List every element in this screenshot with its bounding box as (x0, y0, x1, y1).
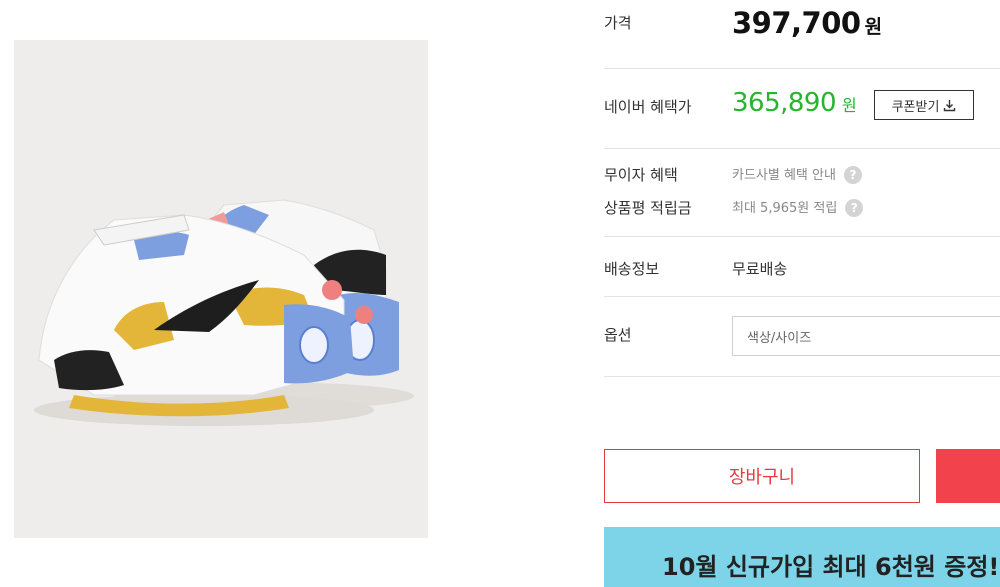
coupon-download-button[interactable]: 쿠폰받기 (874, 90, 974, 120)
promo-banner-text: 10월 신규가입 최대 6천원 증정! (662, 553, 1000, 581)
option-select[interactable]: 색상/사이즈 (732, 316, 1000, 356)
product-image (14, 40, 428, 538)
download-icon (944, 99, 956, 111)
review-points-info: 최대 5,965원 적립? (732, 197, 864, 217)
promo-banner[interactable]: 10월 신규가입 최대 6천원 증정! (604, 527, 1000, 587)
help-icon[interactable]: ? (843, 165, 862, 184)
review-points-label: 상품평 적립금 (604, 199, 692, 217)
price: 397,700 원 (732, 6, 882, 40)
divider (604, 68, 1000, 69)
naver-benefit-label: 네이버 혜택가 (604, 98, 692, 116)
price-unit: 원 (864, 16, 883, 38)
buy-now-button[interactable] (936, 449, 1000, 503)
naver-benefit-value: 365,890 (732, 88, 837, 118)
add-to-cart-label: 장바구니 (728, 467, 796, 488)
option-select-placeholder: 색상/사이즈 (747, 330, 812, 346)
add-to-cart-button[interactable]: 장바구니 (604, 449, 920, 503)
interest-free-label: 무이자 혜택 (604, 166, 678, 184)
price-value: 397,700 (732, 6, 861, 40)
review-points-text: 최대 5,965원 적립 (732, 201, 838, 216)
divider (604, 296, 1000, 297)
interest-free-info: 카드사별 혜택 안내? (732, 164, 862, 184)
naver-benefit-price: 365,890 원 (732, 88, 857, 118)
naver-benefit-unit: 원 (842, 96, 857, 115)
coupon-button-label: 쿠폰받기 (891, 99, 940, 115)
divider (604, 376, 1000, 377)
help-icon[interactable]: ? (845, 198, 864, 217)
shipping-label: 배송정보 (604, 260, 660, 278)
interest-free-text: 카드사별 혜택 안내 (732, 168, 836, 183)
product-info-panel: 가격 397,700 원 네이버 혜택가 365,890 원 쿠폰받기 무이자 혜택… (604, 0, 1000, 587)
price-label: 가격 (604, 14, 632, 32)
divider (604, 236, 1000, 237)
divider (604, 148, 1000, 149)
shipping-value: 무료배송 (732, 260, 788, 278)
option-label: 옵션 (604, 326, 632, 344)
